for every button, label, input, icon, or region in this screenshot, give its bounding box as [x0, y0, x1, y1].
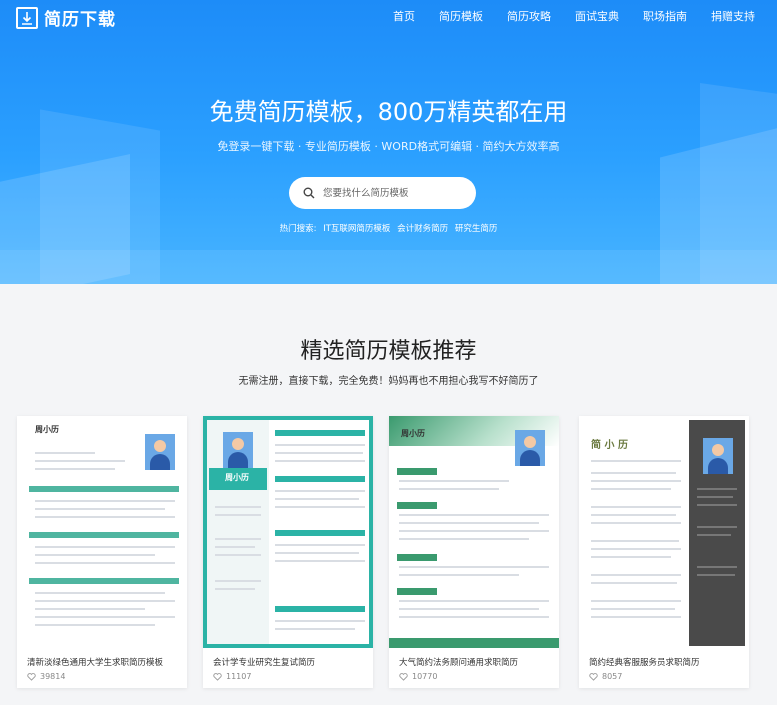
- search-box[interactable]: [289, 177, 476, 209]
- hot-label: 热门搜索:: [279, 224, 317, 234]
- resume-name: 周小历: [401, 429, 425, 438]
- template-thumbnail[interactable]: 周小历: [389, 416, 559, 648]
- nav-resume-guide[interactable]: 简历攻略: [507, 8, 551, 24]
- main-nav: 首页 简历模板 简历攻略 面试宝典 职场指南 捐赠支持: [393, 8, 755, 24]
- heart-icon[interactable]: [399, 672, 408, 681]
- hero-banner: 简历下载 首页 简历模板 简历攻略 面试宝典 职场指南 捐赠支持 免费简历模板，…: [0, 0, 777, 284]
- section-subtitle: 无需注册，直接下载，完全免费！妈妈再也不用担心我写不好简历了: [238, 376, 539, 387]
- hero-title: 免费简历模板，800万精英都在用: [209, 98, 568, 126]
- hot-link-it[interactable]: IT互联网简历模板: [323, 224, 390, 234]
- template-card[interactable]: 周小历 会计学专业研究生复试简历 11107: [203, 416, 373, 688]
- card-title[interactable]: 大气简约法务顾问通用求职简历: [399, 656, 518, 668]
- top-navigation: 简历下载 首页 简历模板 简历攻略 面试宝典 职场指南 捐赠支持: [0, 0, 777, 32]
- template-thumbnail[interactable]: 周小历: [17, 416, 187, 648]
- nav-home[interactable]: 首页: [393, 8, 415, 24]
- template-card[interactable]: 周小历 清新淡绿色通用大学生求职简历模板 39814: [17, 416, 187, 688]
- heart-icon[interactable]: [213, 672, 222, 681]
- heart-icon[interactable]: [589, 672, 598, 681]
- like-count: 39814: [40, 672, 66, 681]
- template-thumbnail[interactable]: 简 小 历: [579, 416, 749, 648]
- section-title: 精选简历模板推荐: [300, 339, 477, 364]
- hero-subtitle: 免登录一键下载 · 专业简历模板 · WORD格式可编辑 · 简约大方效率高: [217, 140, 560, 153]
- like-count: 11107: [226, 672, 252, 681]
- template-card[interactable]: 周小历 大气简约法务顾问通用求职简历 10770: [389, 416, 559, 688]
- card-title[interactable]: 会计学专业研究生复试简历: [213, 656, 315, 668]
- heart-icon[interactable]: [27, 672, 36, 681]
- download-icon: [16, 6, 38, 29]
- nav-donate[interactable]: 捐赠支持: [711, 8, 755, 24]
- site-logo[interactable]: 简历下载: [16, 5, 116, 30]
- resume-name: 周小历: [225, 473, 249, 482]
- nav-interview-tips[interactable]: 面试宝典: [575, 8, 619, 24]
- template-card[interactable]: 简 小 历 简约经典客服服务员求职简历 8057: [579, 416, 749, 688]
- template-thumbnail[interactable]: 周小历: [203, 416, 373, 648]
- resume-name: 简 小 历: [591, 440, 628, 451]
- hot-link-graduate[interactable]: 研究生简历: [455, 224, 498, 234]
- search-input[interactable]: [321, 186, 465, 200]
- search-icon[interactable]: [303, 187, 315, 199]
- like-count: 10770: [412, 672, 438, 681]
- resume-name: 周小历: [35, 425, 59, 434]
- card-title[interactable]: 清新淡绿色通用大学生求职简历模板: [27, 656, 163, 668]
- hot-link-accounting[interactable]: 会计财务简历: [397, 224, 448, 234]
- card-likes[interactable]: 8057: [589, 672, 622, 681]
- nav-career-guide[interactable]: 职场指南: [643, 8, 687, 24]
- card-likes[interactable]: 39814: [27, 672, 65, 681]
- hot-searches: 热门搜索: IT互联网简历模板 会计财务简历 研究生简历: [0, 222, 777, 234]
- card-title[interactable]: 简约经典客服服务员求职简历: [589, 656, 700, 668]
- card-likes[interactable]: 10770: [399, 672, 437, 681]
- nav-resume-templates[interactable]: 简历模板: [439, 8, 483, 24]
- logo-text: 简历下载: [44, 10, 116, 30]
- card-likes[interactable]: 11107: [213, 672, 251, 681]
- like-count: 8057: [602, 672, 623, 681]
